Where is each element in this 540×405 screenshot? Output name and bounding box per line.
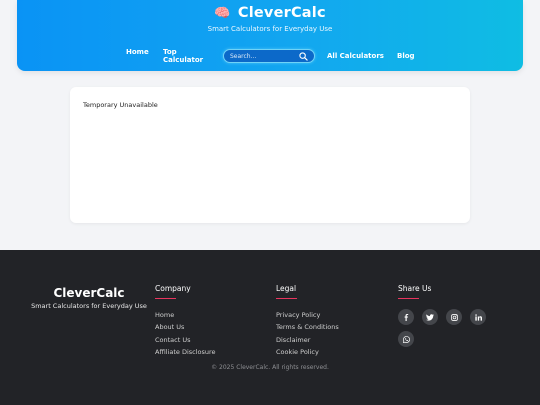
footer-legal-heading: Legal xyxy=(276,284,297,293)
whatsapp-icon[interactable] xyxy=(398,331,414,347)
footer-link-disclaimer[interactable]: Disclaimer xyxy=(276,336,310,344)
footer-link-terms-conditions[interactable]: Terms & Conditions xyxy=(276,323,339,331)
instagram-icon[interactable] xyxy=(446,309,462,325)
unavailable-message: Temporary Unavailable xyxy=(83,101,158,109)
brand-title-row[interactable]: 🧠 CleverCalc xyxy=(17,5,523,21)
footer-link-cookie-policy[interactable]: Cookie Policy xyxy=(276,348,319,356)
content-card: Temporary Unavailable xyxy=(70,87,470,223)
linkedin-icon[interactable] xyxy=(470,309,486,325)
nav-all-calculators-link[interactable]: All Calculators xyxy=(327,52,384,60)
search-input[interactable] xyxy=(230,51,300,62)
nav-blog-link[interactable]: Blog xyxy=(397,52,415,60)
twitter-icon[interactable] xyxy=(422,309,438,325)
footer-brand: CleverCalc Smart Calculators for Everyda… xyxy=(30,286,148,310)
search-box xyxy=(223,49,315,63)
brand-title: CleverCalc xyxy=(237,5,326,21)
footer-company-heading: Company xyxy=(155,284,191,293)
footer-link-affiliate-disclosure[interactable]: Affiliate Disclosure xyxy=(155,348,216,356)
footer-legal-column: Legal Privacy Policy Terms & Conditions … xyxy=(276,284,339,358)
footer-link-home[interactable]: Home xyxy=(155,311,174,319)
main-nav: Home Top Calculator All Calculators Blog xyxy=(17,47,523,67)
footer-link-privacy-policy[interactable]: Privacy Policy xyxy=(276,311,320,319)
site-header: 🧠 CleverCalc Smart Calculators for Every… xyxy=(17,0,523,71)
footer-share-column: Share Us xyxy=(398,284,486,347)
facebook-icon[interactable] xyxy=(398,309,414,325)
heading-underline xyxy=(398,298,419,299)
brand: 🧠 CleverCalc Smart Calculators for Every… xyxy=(17,5,523,33)
footer-link-about-us[interactable]: About Us xyxy=(155,323,184,331)
copyright: © 2025 CleverCalc. All rights reserved. xyxy=(211,364,329,371)
nav-top-calculator-link[interactable]: Top Calculator xyxy=(163,48,207,64)
brand-tagline: Smart Calculators for Everyday Use xyxy=(207,25,333,33)
footer-share-heading: Share Us xyxy=(398,284,432,293)
footer-link-contact-us[interactable]: Contact Us xyxy=(155,336,191,344)
nav-home-link[interactable]: Home xyxy=(126,48,149,56)
site-footer: CleverCalc Smart Calculators for Everyda… xyxy=(0,250,540,405)
heading-underline xyxy=(276,298,297,299)
footer-company-column: Company Home About Us Contact Us Affilia… xyxy=(155,284,216,358)
footer-brand-tagline: Smart Calculators for Everyday Use xyxy=(31,302,147,310)
heading-underline xyxy=(155,298,176,299)
brain-icon: 🧠 xyxy=(214,6,231,21)
footer-brand-title: CleverCalc xyxy=(53,286,125,300)
search-icon[interactable] xyxy=(299,52,308,61)
